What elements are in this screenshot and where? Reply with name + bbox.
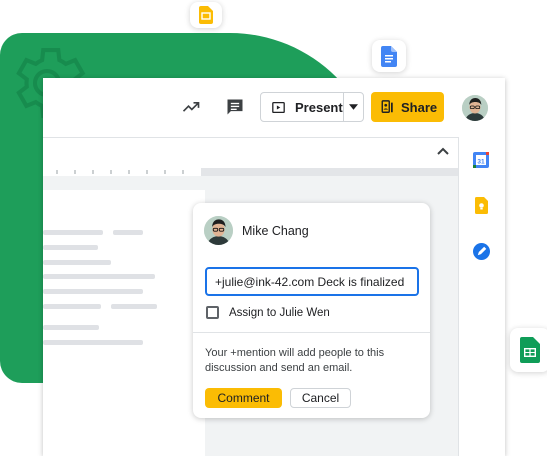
sheets-app-tile	[510, 328, 547, 372]
present-label: Present	[295, 99, 343, 115]
share-button[interactable]: Share	[371, 92, 444, 122]
comment-button[interactable]: Comment	[205, 388, 282, 408]
chevron-up-icon	[437, 147, 449, 155]
comments-button[interactable]	[224, 96, 246, 118]
avatar-image	[462, 95, 488, 121]
activity-button[interactable]	[180, 96, 202, 118]
svg-text:31: 31	[477, 158, 485, 165]
slides-app-tile	[190, 2, 222, 28]
commenter-name: Mike Chang	[242, 224, 309, 238]
card-divider	[193, 332, 430, 333]
present-icon	[272, 101, 285, 113]
tasks-app-button[interactable]	[470, 240, 492, 262]
assign-checkbox[interactable]	[206, 306, 219, 319]
chevron-down-icon	[348, 104, 358, 110]
horizontal-ruler	[43, 168, 201, 176]
trending-up-icon	[182, 102, 200, 112]
user-avatar[interactable]	[462, 95, 488, 121]
share-label: Share	[401, 99, 438, 115]
calendar-app-button[interactable]: 31	[470, 149, 492, 171]
keep-app-button[interactable]	[470, 194, 492, 216]
keep-icon	[474, 196, 488, 214]
tasks-icon	[472, 242, 490, 260]
comment-input[interactable]	[205, 267, 419, 296]
collapse-button[interactable]	[434, 142, 452, 160]
present-dropdown[interactable]	[342, 93, 363, 121]
slides-icon	[199, 6, 213, 24]
avatar-image	[204, 216, 233, 245]
present-main[interactable]: Present	[261, 93, 343, 121]
docs-app-tile	[372, 40, 406, 72]
calendar-icon: 31	[473, 152, 489, 168]
comments-icon	[227, 99, 243, 115]
side-panel-divider	[458, 137, 459, 456]
share-icon	[381, 100, 393, 113]
assign-label[interactable]: Assign to Julie Wen	[229, 307, 330, 319]
present-button[interactable]: Present	[260, 92, 364, 122]
ruler-margin	[201, 168, 458, 176]
commenter-avatar	[204, 216, 233, 245]
docs-icon	[381, 45, 397, 67]
sheets-icon	[520, 337, 540, 363]
toolbar-divider	[43, 137, 458, 138]
mention-helper-text: Your +mention will add people to this di…	[205, 347, 385, 374]
cancel-button[interactable]: Cancel	[290, 388, 351, 408]
document-page	[43, 190, 205, 456]
